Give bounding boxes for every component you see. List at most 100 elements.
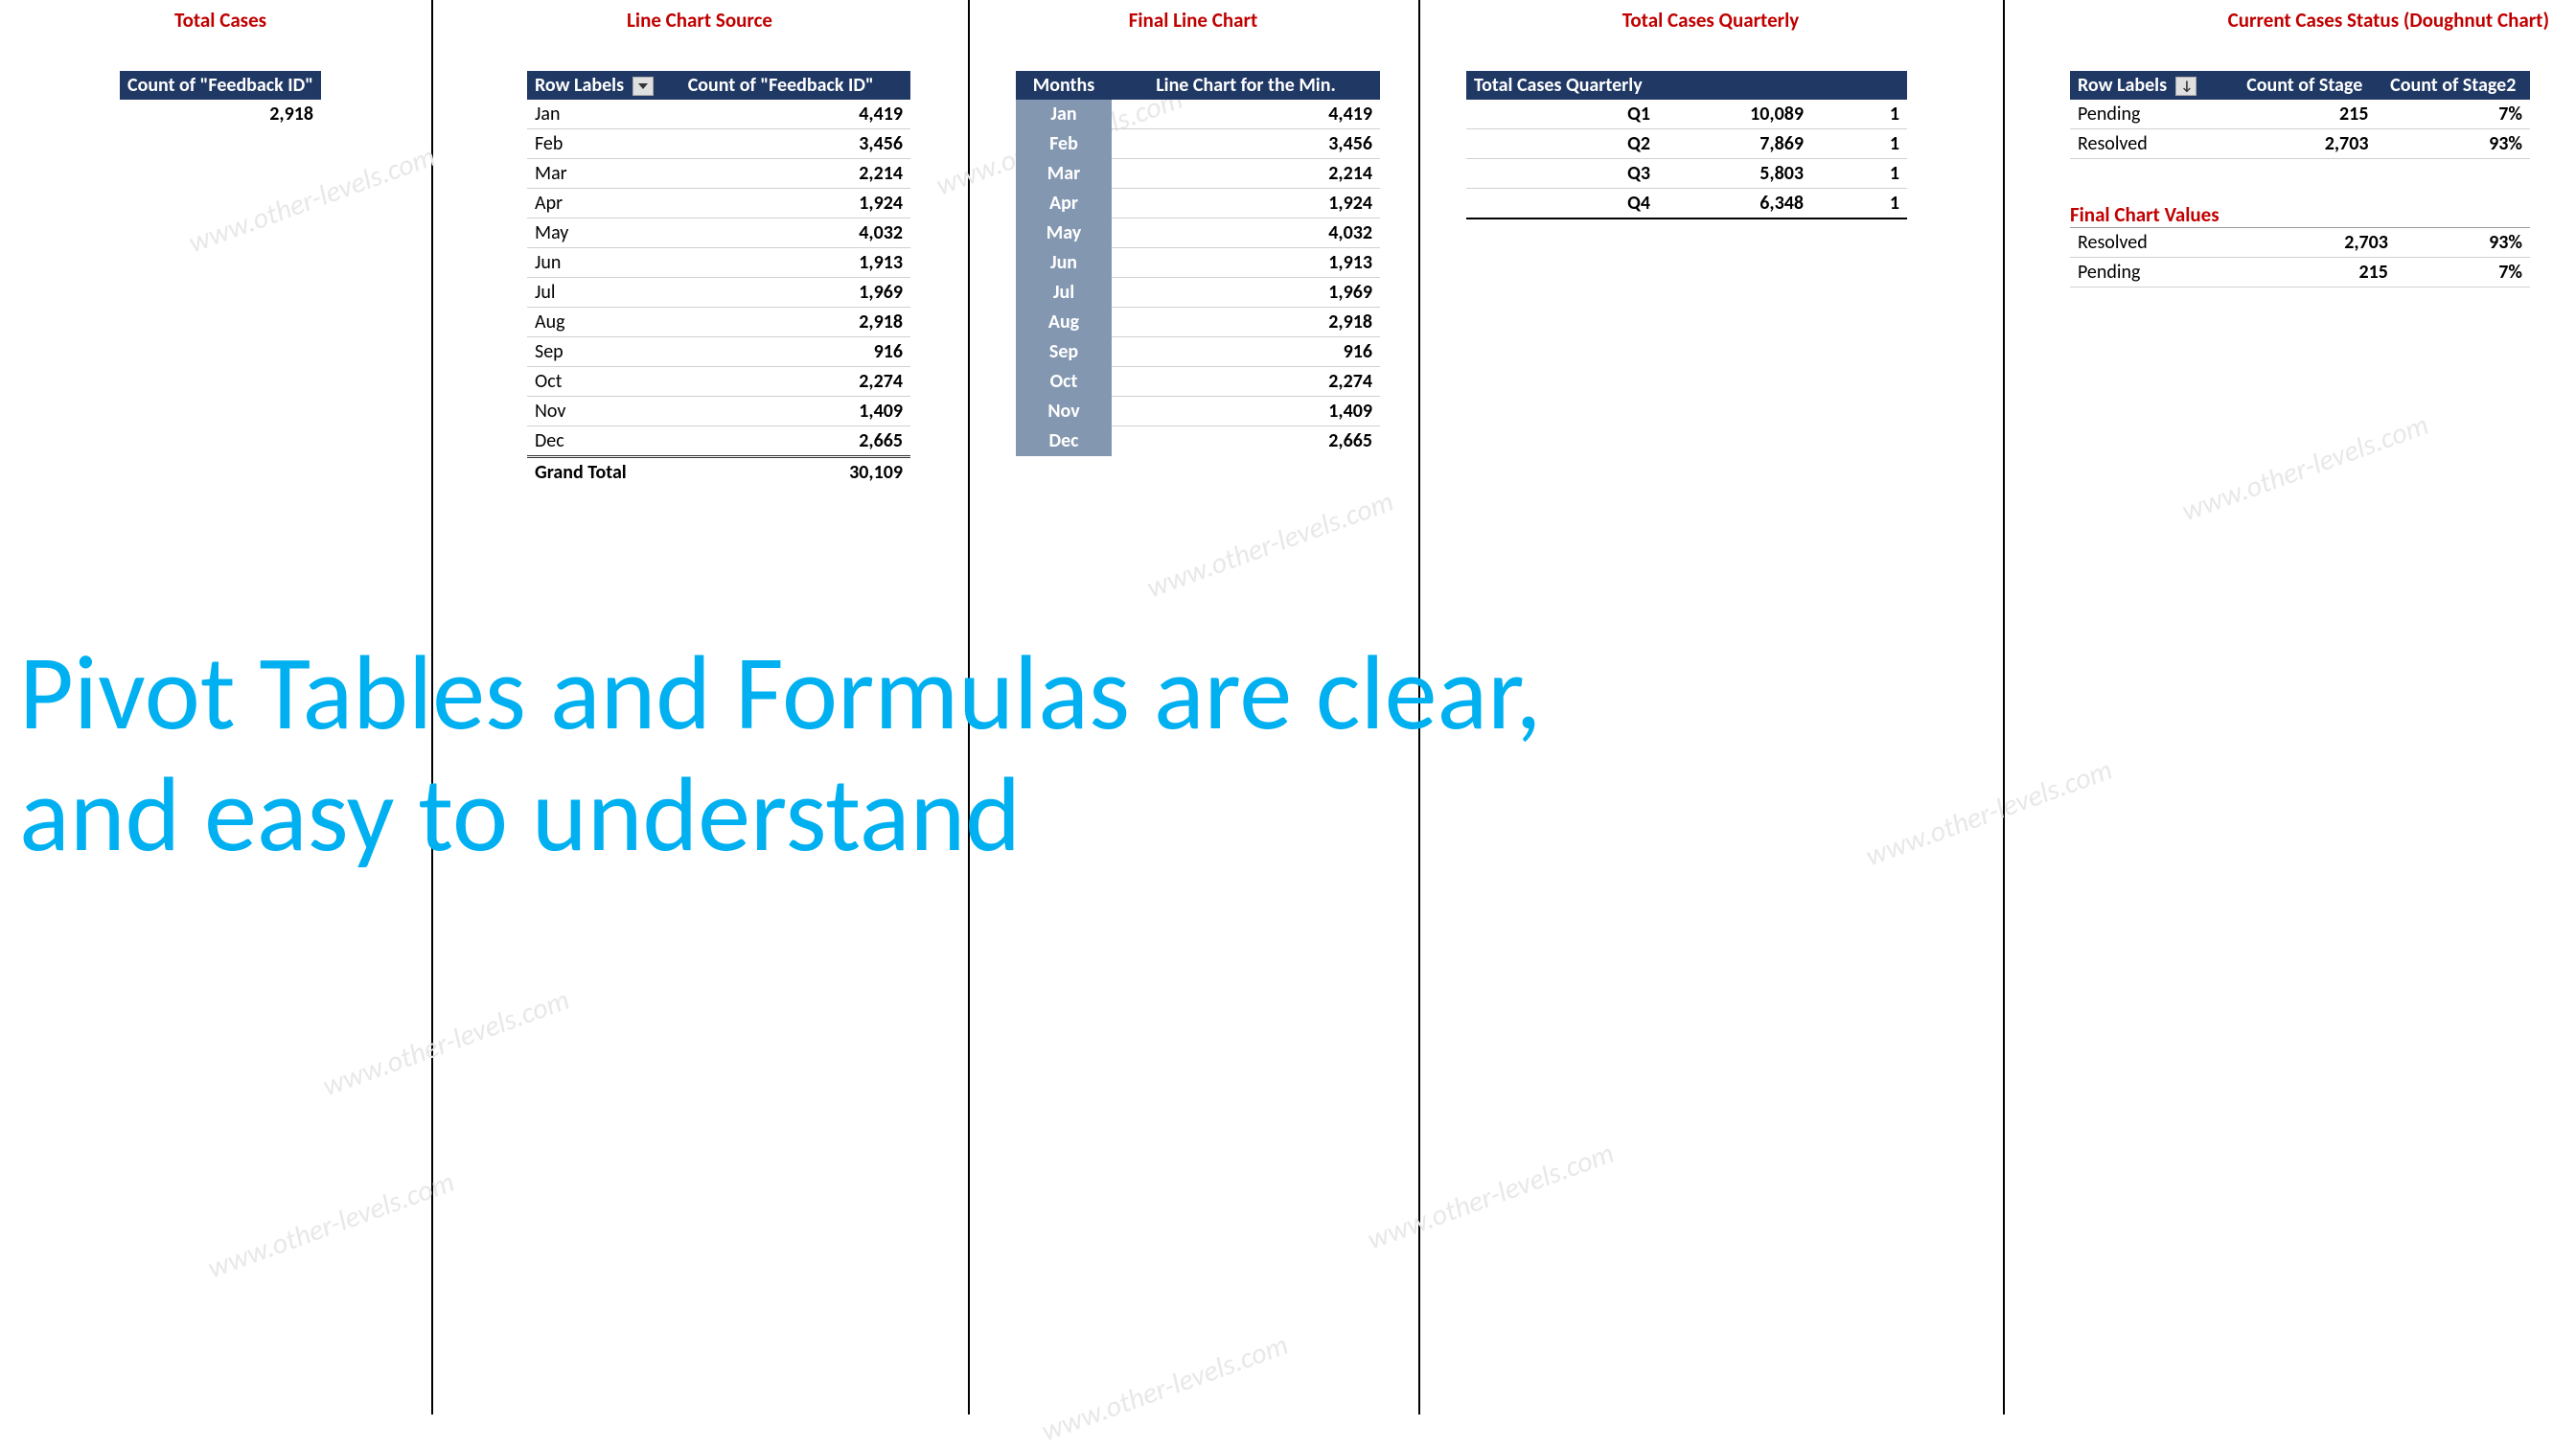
table-row: Nov [1016,397,1112,426]
doughnut-row-labels-header[interactable]: Row Labels [2070,71,2233,100]
table-row: Oct [1016,367,1112,397]
table-row: Feb [527,129,680,159]
table-row: 1 [1811,189,1907,219]
table-row: 2,703 [2233,129,2376,159]
table-row: 7,869 [1658,129,1811,159]
table-row: 5,803 [1658,159,1811,189]
table-row: Mar [527,159,680,189]
table-row: 1,969 [1112,278,1380,308]
table-row: 3,456 [680,129,910,159]
table-row: 2,703 [2233,228,2396,258]
table-row: Dec [527,426,680,457]
table-row: 2,665 [1112,426,1380,456]
table-row: Aug [527,308,680,337]
table-row: 1 [1811,100,1907,129]
table-row: May [527,218,680,248]
table-row: 4,419 [1112,100,1380,129]
table-row: Q1 [1466,100,1658,129]
table-row: 215 [2233,100,2376,129]
table-row: Jun [527,248,680,278]
doughnut-row-labels-text: Row Labels [2078,74,2167,97]
divider-4 [2003,0,2005,1414]
table-row: 93% [2396,228,2530,258]
table-row: 4,032 [1112,218,1380,248]
table-row: Resolved [2070,228,2233,258]
pivot-row-labels-text: Row Labels [535,74,624,97]
total-cases-value: 2,918 [120,100,321,128]
table-row: Q3 [1466,159,1658,189]
table-row: Q4 [1466,189,1658,219]
doughnut-count-stage-header: Count of Stage [2233,71,2376,100]
total-cases-header: Count of "Feedback ID" [120,71,321,100]
table-row: 2,918 [1112,308,1380,337]
table-row: 1,913 [1112,248,1380,278]
table-row: Jan [1016,100,1112,129]
table-row: 916 [1112,337,1380,367]
table-row: Apr [527,189,680,218]
doughnut-title: Current Cases Status (Doughnut Chart) [2022,8,2559,33]
grand-total-value: 30,109 [680,457,910,488]
big-caption-line1: Pivot Tables and Formulas are clear, [19,632,1542,754]
table-row: Jul [1016,278,1112,308]
table-row: 93% [2376,129,2530,159]
table-row: 1,409 [1112,397,1380,426]
watermark: www.other-levels.com [203,1164,459,1286]
table-row: 1,969 [680,278,910,308]
table-row: 916 [680,337,910,367]
final-line-chart-title: Final Line Chart [987,8,1399,33]
table-row: 1 [1811,129,1907,159]
watermark: www.other-levels.com [1861,752,2117,874]
table-row: 4,032 [680,218,910,248]
pivot-row-labels-header[interactable]: Row Labels [527,71,680,100]
table-row: Feb [1016,129,1112,159]
table-row: 1,924 [680,189,910,218]
table-row: 7% [2396,258,2530,288]
grand-total-label: Grand Total [527,457,680,488]
table-row: 2,274 [1112,367,1380,397]
table-row: Aug [1016,308,1112,337]
table-row: 1 [1811,159,1907,189]
table-row: Sep [1016,337,1112,367]
table-row: Jan [527,100,680,129]
table-row: 2,665 [680,426,910,457]
chevron-down-icon[interactable] [632,77,654,96]
table-row: Mar [1016,159,1112,189]
doughnut-count-stage2-header: Count of Stage2 [2376,71,2530,100]
table-row: 1,913 [680,248,910,278]
table-row: Apr [1016,189,1112,218]
table-row: Resolved [2070,129,2233,159]
watermark: www.other-levels.com [1037,1327,1293,1449]
months-header: Months [1016,71,1112,100]
table-row: Sep [527,337,680,367]
pivot-count-header: Count of "Feedback ID" [680,71,910,100]
table-row: Q2 [1466,129,1658,159]
watermark: www.other-levels.com [184,139,440,261]
watermark: www.other-levels.com [2177,407,2433,529]
table-row: Jun [1016,248,1112,278]
table-row: 6,348 [1658,189,1811,219]
table-row: Jul [527,278,680,308]
table-row: 2,274 [680,367,910,397]
table-row: Pending [2070,258,2233,288]
table-row: Nov [527,397,680,426]
line-chart-min-header: Line Chart for the Min. [1112,71,1380,100]
table-row: 2,214 [1112,159,1380,189]
watermark: www.other-levels.com [318,982,574,1104]
table-row: 3,456 [1112,129,1380,159]
watermark: www.other-levels.com [1363,1136,1619,1257]
table-row: 4,419 [680,100,910,129]
table-row: 1,924 [1112,189,1380,218]
final-chart-values-title: Final Chart Values [2070,202,2559,227]
table-row: 2,918 [680,308,910,337]
sort-down-icon[interactable] [2175,77,2196,96]
total-cases-title: Total Cases [29,8,412,33]
big-caption-line2: and easy to understand [19,754,1542,876]
watermark: www.other-levels.com [1142,484,1398,606]
table-row: 2,214 [680,159,910,189]
quarterly-header: Total Cases Quarterly [1466,71,1907,100]
table-row: 215 [2233,258,2396,288]
big-caption: Pivot Tables and Formulas are clear, and… [19,632,1542,875]
table-row: Oct [527,367,680,397]
table-row: Pending [2070,100,2233,129]
table-row: Dec [1016,426,1112,456]
